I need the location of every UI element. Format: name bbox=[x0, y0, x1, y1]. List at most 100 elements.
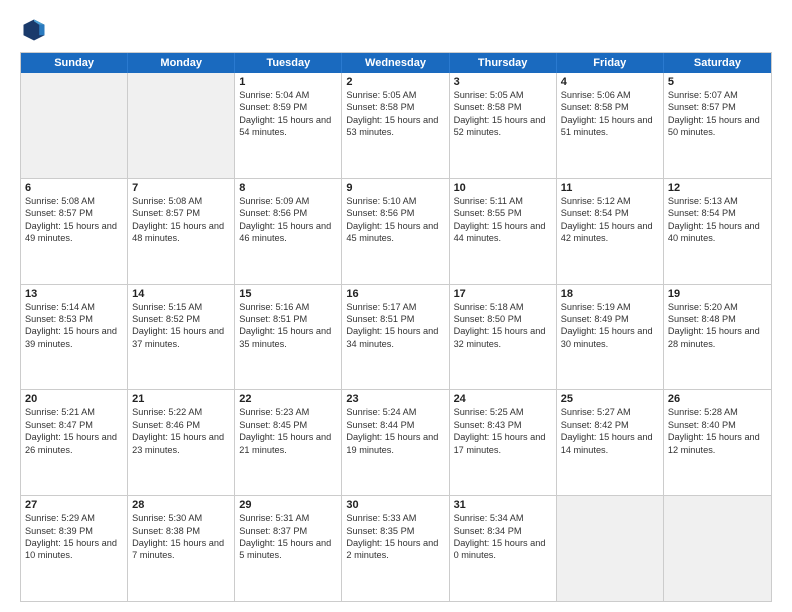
sunset-text: Sunset: 8:51 PM bbox=[346, 313, 444, 325]
day-number: 5 bbox=[668, 76, 767, 88]
daylight-text: Daylight: 15 hours and 26 minutes. bbox=[25, 431, 123, 456]
daylight-text: Daylight: 15 hours and 44 minutes. bbox=[454, 220, 552, 245]
calendar-day-17: 17Sunrise: 5:18 AMSunset: 8:50 PMDayligh… bbox=[450, 285, 557, 390]
calendar-day-4: 4Sunrise: 5:06 AMSunset: 8:58 PMDaylight… bbox=[557, 73, 664, 178]
sunset-text: Sunset: 8:57 PM bbox=[132, 207, 230, 219]
day-number: 29 bbox=[239, 499, 337, 511]
day-number: 27 bbox=[25, 499, 123, 511]
day-number: 16 bbox=[346, 288, 444, 300]
sunrise-text: Sunrise: 5:21 AM bbox=[25, 406, 123, 418]
calendar-day-30: 30Sunrise: 5:33 AMSunset: 8:35 PMDayligh… bbox=[342, 496, 449, 601]
calendar-week-2: 6Sunrise: 5:08 AMSunset: 8:57 PMDaylight… bbox=[21, 179, 771, 285]
daylight-text: Daylight: 15 hours and 21 minutes. bbox=[239, 431, 337, 456]
logo bbox=[20, 16, 52, 44]
day-number: 28 bbox=[132, 499, 230, 511]
header-day-wednesday: Wednesday bbox=[342, 53, 449, 73]
sunrise-text: Sunrise: 5:13 AM bbox=[668, 195, 767, 207]
sunrise-text: Sunrise: 5:23 AM bbox=[239, 406, 337, 418]
sunset-text: Sunset: 8:58 PM bbox=[454, 101, 552, 113]
calendar-day-26: 26Sunrise: 5:28 AMSunset: 8:40 PMDayligh… bbox=[664, 390, 771, 495]
sunrise-text: Sunrise: 5:05 AM bbox=[454, 89, 552, 101]
daylight-text: Daylight: 15 hours and 48 minutes. bbox=[132, 220, 230, 245]
sunset-text: Sunset: 8:50 PM bbox=[454, 313, 552, 325]
calendar-day-24: 24Sunrise: 5:25 AMSunset: 8:43 PMDayligh… bbox=[450, 390, 557, 495]
sunset-text: Sunset: 8:42 PM bbox=[561, 419, 659, 431]
calendar-day-2: 2Sunrise: 5:05 AMSunset: 8:58 PMDaylight… bbox=[342, 73, 449, 178]
sunset-text: Sunset: 8:55 PM bbox=[454, 207, 552, 219]
logo-icon bbox=[20, 16, 48, 44]
daylight-text: Daylight: 15 hours and 23 minutes. bbox=[132, 431, 230, 456]
calendar-day-22: 22Sunrise: 5:23 AMSunset: 8:45 PMDayligh… bbox=[235, 390, 342, 495]
sunrise-text: Sunrise: 5:20 AM bbox=[668, 301, 767, 313]
daylight-text: Daylight: 15 hours and 53 minutes. bbox=[346, 114, 444, 139]
daylight-text: Daylight: 15 hours and 49 minutes. bbox=[25, 220, 123, 245]
sunset-text: Sunset: 8:49 PM bbox=[561, 313, 659, 325]
sunrise-text: Sunrise: 5:16 AM bbox=[239, 301, 337, 313]
daylight-text: Daylight: 15 hours and 28 minutes. bbox=[668, 325, 767, 350]
header-day-friday: Friday bbox=[557, 53, 664, 73]
day-number: 12 bbox=[668, 182, 767, 194]
daylight-text: Daylight: 15 hours and 34 minutes. bbox=[346, 325, 444, 350]
sunset-text: Sunset: 8:56 PM bbox=[239, 207, 337, 219]
sunset-text: Sunset: 8:56 PM bbox=[346, 207, 444, 219]
day-number: 17 bbox=[454, 288, 552, 300]
day-number: 20 bbox=[25, 393, 123, 405]
calendar-day-16: 16Sunrise: 5:17 AMSunset: 8:51 PMDayligh… bbox=[342, 285, 449, 390]
sunset-text: Sunset: 8:37 PM bbox=[239, 525, 337, 537]
daylight-text: Daylight: 15 hours and 46 minutes. bbox=[239, 220, 337, 245]
sunrise-text: Sunrise: 5:04 AM bbox=[239, 89, 337, 101]
calendar-day-19: 19Sunrise: 5:20 AMSunset: 8:48 PMDayligh… bbox=[664, 285, 771, 390]
sunrise-text: Sunrise: 5:33 AM bbox=[346, 512, 444, 524]
day-number: 8 bbox=[239, 182, 337, 194]
day-number: 3 bbox=[454, 76, 552, 88]
day-number: 30 bbox=[346, 499, 444, 511]
calendar-empty-cell bbox=[557, 496, 664, 601]
calendar-day-20: 20Sunrise: 5:21 AMSunset: 8:47 PMDayligh… bbox=[21, 390, 128, 495]
calendar-day-7: 7Sunrise: 5:08 AMSunset: 8:57 PMDaylight… bbox=[128, 179, 235, 284]
sunrise-text: Sunrise: 5:08 AM bbox=[132, 195, 230, 207]
sunset-text: Sunset: 8:35 PM bbox=[346, 525, 444, 537]
calendar-week-5: 27Sunrise: 5:29 AMSunset: 8:39 PMDayligh… bbox=[21, 496, 771, 601]
sunset-text: Sunset: 8:43 PM bbox=[454, 419, 552, 431]
header-day-thursday: Thursday bbox=[450, 53, 557, 73]
sunrise-text: Sunrise: 5:15 AM bbox=[132, 301, 230, 313]
sunset-text: Sunset: 8:47 PM bbox=[25, 419, 123, 431]
daylight-text: Daylight: 15 hours and 7 minutes. bbox=[132, 537, 230, 562]
sunrise-text: Sunrise: 5:29 AM bbox=[25, 512, 123, 524]
day-number: 7 bbox=[132, 182, 230, 194]
sunrise-text: Sunrise: 5:18 AM bbox=[454, 301, 552, 313]
daylight-text: Daylight: 15 hours and 50 minutes. bbox=[668, 114, 767, 139]
calendar-day-21: 21Sunrise: 5:22 AMSunset: 8:46 PMDayligh… bbox=[128, 390, 235, 495]
day-number: 15 bbox=[239, 288, 337, 300]
day-number: 18 bbox=[561, 288, 659, 300]
sunrise-text: Sunrise: 5:25 AM bbox=[454, 406, 552, 418]
daylight-text: Daylight: 15 hours and 2 minutes. bbox=[346, 537, 444, 562]
sunset-text: Sunset: 8:45 PM bbox=[239, 419, 337, 431]
calendar-day-31: 31Sunrise: 5:34 AMSunset: 8:34 PMDayligh… bbox=[450, 496, 557, 601]
day-number: 14 bbox=[132, 288, 230, 300]
daylight-text: Daylight: 15 hours and 30 minutes. bbox=[561, 325, 659, 350]
sunrise-text: Sunrise: 5:19 AM bbox=[561, 301, 659, 313]
sunset-text: Sunset: 8:34 PM bbox=[454, 525, 552, 537]
sunrise-text: Sunrise: 5:30 AM bbox=[132, 512, 230, 524]
sunrise-text: Sunrise: 5:12 AM bbox=[561, 195, 659, 207]
calendar-day-12: 12Sunrise: 5:13 AMSunset: 8:54 PMDayligh… bbox=[664, 179, 771, 284]
calendar-week-3: 13Sunrise: 5:14 AMSunset: 8:53 PMDayligh… bbox=[21, 285, 771, 391]
page: SundayMondayTuesdayWednesdayThursdayFrid… bbox=[0, 0, 792, 612]
daylight-text: Daylight: 15 hours and 52 minutes. bbox=[454, 114, 552, 139]
calendar-day-10: 10Sunrise: 5:11 AMSunset: 8:55 PMDayligh… bbox=[450, 179, 557, 284]
calendar-container: SundayMondayTuesdayWednesdayThursdayFrid… bbox=[20, 52, 772, 602]
sunset-text: Sunset: 8:38 PM bbox=[132, 525, 230, 537]
day-number: 10 bbox=[454, 182, 552, 194]
sunset-text: Sunset: 8:54 PM bbox=[668, 207, 767, 219]
daylight-text: Daylight: 15 hours and 51 minutes. bbox=[561, 114, 659, 139]
day-number: 23 bbox=[346, 393, 444, 405]
header-day-sunday: Sunday bbox=[21, 53, 128, 73]
sunset-text: Sunset: 8:53 PM bbox=[25, 313, 123, 325]
daylight-text: Daylight: 15 hours and 17 minutes. bbox=[454, 431, 552, 456]
daylight-text: Daylight: 15 hours and 40 minutes. bbox=[668, 220, 767, 245]
day-number: 31 bbox=[454, 499, 552, 511]
header-day-saturday: Saturday bbox=[664, 53, 771, 73]
calendar-day-23: 23Sunrise: 5:24 AMSunset: 8:44 PMDayligh… bbox=[342, 390, 449, 495]
sunset-text: Sunset: 8:57 PM bbox=[668, 101, 767, 113]
